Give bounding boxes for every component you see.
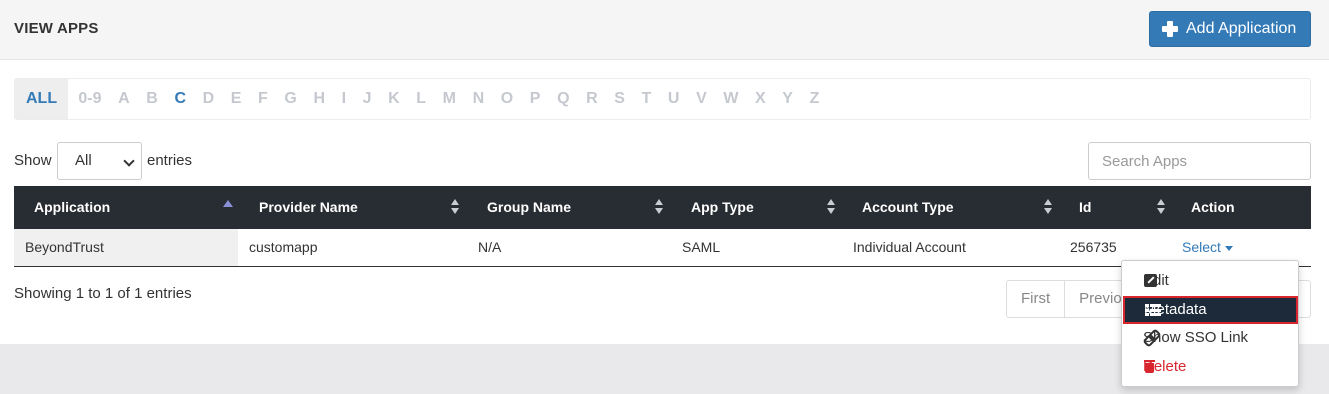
alphabet-filter-s[interactable]: S (606, 90, 633, 108)
action-dropdown-menu: Edit Metadata Show SSO Link Delete (1121, 260, 1299, 387)
sort-icon (655, 199, 663, 215)
alphabet-filter-y[interactable]: Y (774, 90, 801, 108)
plus-icon (1162, 21, 1178, 37)
alphabet-filter-0-9[interactable]: 0-9 (70, 90, 110, 108)
alphabet-filter-r[interactable]: R (578, 90, 606, 108)
show-label: Show (14, 152, 52, 169)
link-icon (1144, 330, 1158, 344)
cell-provider-name: customapp (249, 239, 318, 255)
alphabet-filter-all[interactable]: ALL (15, 79, 69, 119)
alphabet-filter-bar: ALL 0-9 A B C D E F G H I J K L M N O P Q R S T U V W X Y Z (14, 78, 1311, 120)
showing-entries-info: Showing 1 to 1 of 1 entries (14, 285, 192, 302)
search-apps-input[interactable] (1088, 142, 1311, 180)
pagination-first[interactable]: First (1007, 281, 1066, 317)
alphabet-filter-w[interactable]: W (715, 90, 747, 108)
menu-item-show-sso-link[interactable]: Show SSO Link (1122, 324, 1298, 352)
alphabet-filter-g[interactable]: G (276, 90, 305, 108)
column-header-application[interactable]: Application (34, 186, 110, 229)
alphabet-filter-h[interactable]: H (305, 90, 333, 108)
menu-item-delete[interactable]: Delete (1122, 353, 1298, 381)
alphabet-filter-n[interactable]: N (464, 90, 492, 108)
action-select-label[interactable]: Select (1182, 239, 1221, 255)
chevron-down-icon (123, 155, 135, 167)
cell-group-name: N/A (478, 239, 502, 255)
column-header-app-type[interactable]: App Type (691, 186, 754, 229)
trash-icon (1144, 360, 1155, 374)
alphabet-filter-q[interactable]: Q (549, 90, 578, 108)
alphabet-filter-z[interactable]: Z (801, 90, 827, 108)
alphabet-filter-m[interactable]: M (434, 90, 464, 108)
alphabet-filter-d[interactable]: D (194, 90, 222, 108)
sort-ascending-icon (223, 200, 233, 207)
cell-application: BeyondTrust (14, 229, 238, 266)
alphabet-filter-b[interactable]: B (138, 90, 166, 108)
sort-icon (1157, 199, 1165, 215)
column-header-provider-name[interactable]: Provider Name (259, 186, 358, 229)
panel-header: VIEW APPS Add Application (0, 0, 1329, 60)
menu-item-metadata[interactable]: Metadata (1123, 296, 1298, 324)
entries-label: entries (147, 152, 193, 169)
sort-icon (451, 199, 459, 215)
alphabet-filter-c[interactable]: C (166, 90, 194, 108)
alphabet-filter-i[interactable]: I (333, 90, 354, 108)
page-title: VIEW APPS (14, 20, 99, 37)
alphabet-filter-j[interactable]: J (354, 90, 380, 108)
add-application-label: Add Application (1186, 20, 1297, 37)
table-row: BeyondTrust customapp N/A SAML Individua… (14, 229, 1311, 267)
caret-down-icon (1224, 245, 1233, 251)
add-application-button[interactable]: Add Application (1149, 11, 1311, 47)
alphabet-filter-f[interactable]: F (250, 90, 276, 108)
column-header-id[interactable]: Id (1079, 186, 1091, 229)
column-header-account-type[interactable]: Account Type (862, 186, 954, 229)
alphabet-filter-k[interactable]: K (380, 90, 408, 108)
alphabet-filter-o[interactable]: O (492, 90, 521, 108)
alphabet-filter-l[interactable]: L (408, 90, 434, 108)
table-header: Application Provider Name Group Name App… (14, 186, 1311, 229)
cell-id: 256735 (1070, 239, 1117, 255)
entries-per-page-value: All (75, 152, 92, 169)
list-icon (1145, 304, 1161, 316)
cell-account-type: Individual Account (853, 239, 966, 255)
column-header-group-name[interactable]: Group Name (487, 186, 571, 229)
menu-item-edit[interactable]: Edit (1122, 267, 1298, 295)
alphabet-filter-u[interactable]: U (660, 90, 688, 108)
sort-icon (827, 199, 835, 215)
alphabet-filter-e[interactable]: E (222, 90, 249, 108)
column-header-action: Action (1191, 199, 1235, 215)
alphabet-filter-a[interactable]: A (110, 90, 138, 108)
edit-icon (1144, 274, 1157, 287)
alphabet-filter-p[interactable]: P (522, 90, 549, 108)
entries-per-page-select[interactable]: All (57, 142, 142, 180)
alphabet-filter-t[interactable]: T (633, 90, 659, 108)
cell-app-type: SAML (682, 239, 721, 255)
sort-icon (1044, 199, 1052, 215)
alphabet-filter-v[interactable]: V (688, 90, 715, 108)
alphabet-filter-x[interactable]: X (747, 90, 774, 108)
